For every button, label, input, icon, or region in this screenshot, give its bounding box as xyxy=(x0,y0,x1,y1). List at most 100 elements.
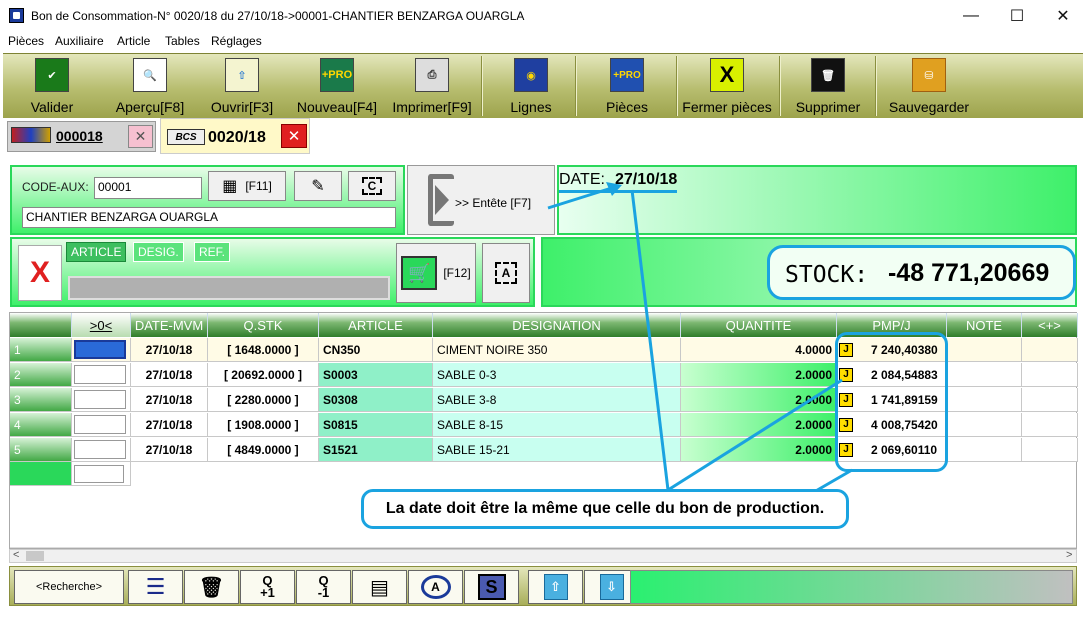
cell-qstk[interactable]: [ 2280.0000 ] xyxy=(208,388,319,412)
col-header-designation[interactable]: DESIGNATION xyxy=(433,313,681,337)
cell-quantite[interactable]: 2.0000 xyxy=(681,413,837,437)
row-check-box[interactable] xyxy=(74,365,126,384)
qty-minus-button[interactable]: Q -1 xyxy=(296,570,351,604)
menu-article[interactable]: Article xyxy=(117,34,150,48)
new-button[interactable]: +PRO Nouveau[F4] xyxy=(293,54,381,118)
delete-line-bottom-button[interactable]: 🗑 xyxy=(184,570,239,604)
row-check[interactable] xyxy=(72,338,131,362)
row-check-box[interactable] xyxy=(74,440,126,459)
cell-date[interactable]: 27/10/18 xyxy=(131,438,208,462)
cell-article[interactable]: S0815 xyxy=(319,413,433,437)
row-number[interactable]: 2 xyxy=(10,363,72,387)
cell-date[interactable]: 27/10/18 xyxy=(131,388,208,412)
cell-designation[interactable]: SABLE 3-8 xyxy=(433,388,681,412)
cell-quantite[interactable]: 2.0000 xyxy=(681,438,837,462)
f11-button[interactable]: ▦ [F11] xyxy=(208,171,286,201)
save-button[interactable]: ⛁ Sauvegarder xyxy=(883,54,975,118)
close-tab-icon[interactable]: ✕ xyxy=(281,124,307,148)
cell-qstk[interactable]: [ 4849.0000 ] xyxy=(208,438,319,462)
qty-plus-button[interactable]: Q +1 xyxy=(240,570,295,604)
row-number[interactable]: 3 xyxy=(10,388,72,412)
calendar-button[interactable]: ▤ xyxy=(352,570,407,604)
scroll-thumb[interactable] xyxy=(26,551,44,561)
row-check-box[interactable] xyxy=(74,340,126,359)
row-check[interactable] xyxy=(72,438,131,462)
cell-note[interactable] xyxy=(947,438,1022,462)
row-number[interactable]: 4 xyxy=(10,413,72,437)
minimize-button[interactable]: — xyxy=(948,4,994,28)
tab-doc-000018[interactable]: 000018 ✕ xyxy=(7,121,156,152)
cell-date[interactable]: 27/10/18 xyxy=(131,363,208,387)
maximize-button[interactable]: ☐ xyxy=(994,4,1040,28)
cell-qstk[interactable]: [ 20692.0000 ] xyxy=(208,363,319,387)
cell-note[interactable] xyxy=(947,388,1022,412)
col-header-qstk[interactable]: Q.STK xyxy=(208,313,319,337)
tab-doc-0020-18[interactable]: BCS 0020/18 ✕ xyxy=(160,118,310,154)
scroll-left-arrow[interactable]: < xyxy=(13,549,19,561)
col-header-date[interactable]: DATE-MVM xyxy=(131,313,208,337)
code-aux-input[interactable]: 00001 xyxy=(94,177,202,199)
chip-c-button[interactable]: C xyxy=(348,171,396,201)
row-check-box[interactable] xyxy=(74,390,126,409)
print-button[interactable]: ⎙ Imprimer[F9] xyxy=(389,54,475,118)
search-button[interactable]: <Recherche> xyxy=(14,570,124,604)
cell-designation[interactable]: SABLE 0-3 xyxy=(433,363,681,387)
tab-desig[interactable]: DESIG. xyxy=(133,242,184,262)
row-number[interactable]: 1 xyxy=(10,338,72,362)
cell-quantite[interactable]: 2.0000 xyxy=(681,363,837,387)
row-check[interactable] xyxy=(72,413,131,437)
s-button[interactable]: S xyxy=(464,570,519,604)
col-header-zero[interactable]: >0< xyxy=(72,313,131,337)
col-header-quantite[interactable]: QUANTITE xyxy=(681,313,837,337)
lines-button[interactable]: ◉ Lignes xyxy=(495,54,567,118)
cell-add[interactable] xyxy=(1022,363,1078,387)
close-pieces-button[interactable]: X Fermer pièces xyxy=(681,54,773,118)
cell-add[interactable] xyxy=(1022,388,1078,412)
preview-button[interactable]: 🔍 Aperçu[F8] xyxy=(107,54,193,118)
cell-date[interactable]: 27/10/18 xyxy=(131,338,208,362)
move-up-button[interactable]: ⇧ xyxy=(528,570,583,604)
menu-list-button[interactable]: ☰ xyxy=(128,570,183,604)
cell-designation[interactable]: CIMENT NOIRE 350 xyxy=(433,338,681,362)
scroll-right-arrow[interactable]: > xyxy=(1066,549,1072,561)
row-check-box[interactable] xyxy=(74,415,126,434)
cell-qstk[interactable]: [ 1908.0000 ] xyxy=(208,413,319,437)
row-number[interactable]: 5 xyxy=(10,438,72,462)
menu-tables[interactable]: Tables xyxy=(165,34,200,48)
cell-add[interactable] xyxy=(1022,338,1078,362)
delete-line-button[interactable]: X xyxy=(18,245,62,301)
menu-pieces[interactable]: Pièces xyxy=(8,34,44,48)
chip-a-bottom-button[interactable]: A xyxy=(408,570,463,604)
horizontal-scrollbar[interactable]: < > xyxy=(9,549,1077,563)
col-header-article[interactable]: ARTICLE xyxy=(319,313,433,337)
cell-quantite[interactable]: 2.0000 xyxy=(681,388,837,412)
entete-button[interactable]: >> Entête [F7] xyxy=(407,165,555,235)
open-button[interactable]: ⇧ Ouvrir[F3] xyxy=(203,54,281,118)
cell-article[interactable]: S0003 xyxy=(319,363,433,387)
validate-button[interactable]: ✔ Valider xyxy=(13,54,91,118)
new-row-check[interactable] xyxy=(72,462,131,486)
menu-reglages[interactable]: Réglages xyxy=(211,34,262,48)
tab-article[interactable]: ARTICLE xyxy=(66,242,127,262)
cell-note[interactable] xyxy=(947,413,1022,437)
menu-auxiliaire[interactable]: Auxiliaire xyxy=(55,34,104,48)
client-name-field[interactable]: CHANTIER BENZARGA OUARGLA xyxy=(22,207,396,228)
cell-designation[interactable]: SABLE 15-21 xyxy=(433,438,681,462)
close-window-button[interactable]: ✕ xyxy=(1040,4,1086,28)
tab-ref[interactable]: REF. xyxy=(194,242,231,262)
article-search-input[interactable] xyxy=(68,276,390,300)
row-check[interactable] xyxy=(72,363,131,387)
cell-add[interactable] xyxy=(1022,438,1078,462)
date-value[interactable]: 27/10/18 xyxy=(615,171,677,189)
cell-article[interactable]: S1521 xyxy=(319,438,433,462)
col-header-note[interactable]: NOTE xyxy=(947,313,1022,337)
cart-f12-button[interactable]: 🛒 [F12] xyxy=(396,243,476,303)
cell-designation[interactable]: SABLE 8-15 xyxy=(433,413,681,437)
chip-a-button[interactable]: A xyxy=(482,243,530,303)
cell-quantite[interactable]: 4.0000 xyxy=(681,338,837,362)
cell-qstk[interactable]: [ 1648.0000 ] xyxy=(208,338,319,362)
close-tab-icon[interactable]: ✕ xyxy=(128,125,153,148)
cell-note[interactable] xyxy=(947,363,1022,387)
col-header-add[interactable]: <+> xyxy=(1022,313,1078,337)
cell-article[interactable]: S0308 xyxy=(319,388,433,412)
